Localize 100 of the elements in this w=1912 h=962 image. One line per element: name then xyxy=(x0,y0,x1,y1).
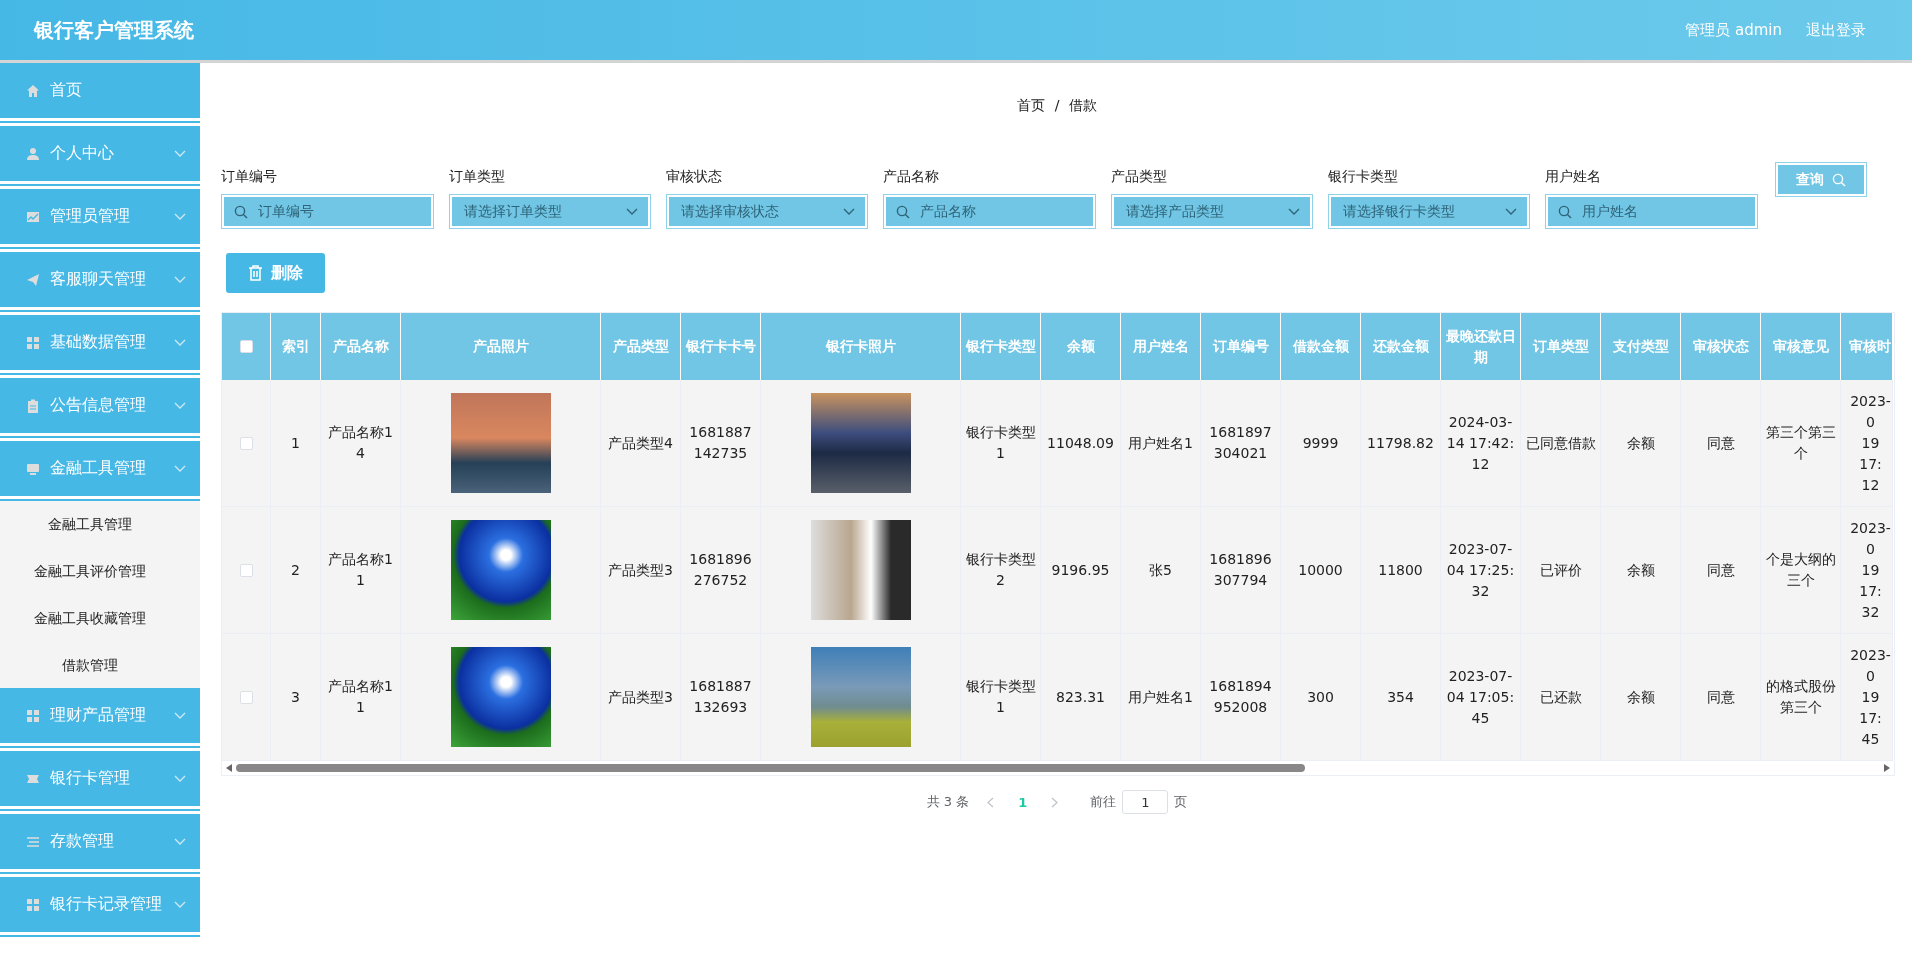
sidebar-item[interactable]: 首页 xyxy=(0,63,200,118)
trash-icon xyxy=(248,265,263,281)
chevron-down-icon xyxy=(174,774,186,783)
table-cell: 同意 xyxy=(1681,380,1761,507)
breadcrumb-item[interactable]: 首页 xyxy=(1016,97,1045,113)
field-label: 银行卡类型 xyxy=(1328,168,1399,184)
column-header: 产品名称 xyxy=(321,313,401,380)
table-cell: 已还款 xyxy=(1521,634,1601,761)
chevron-down-icon xyxy=(843,207,855,216)
table-cell: 张5 xyxy=(1121,507,1201,634)
table-cell: 已评价 xyxy=(1521,507,1601,634)
table-cell: 300 xyxy=(1281,634,1361,761)
table-cell: 第三个第三个 xyxy=(1761,380,1841,507)
search-field[interactable]: 用户姓名 xyxy=(1545,194,1758,229)
field-label: 产品名称 xyxy=(883,168,940,184)
column-header: 索引 xyxy=(271,313,321,380)
table-cell: 银行卡类型1 xyxy=(961,634,1041,761)
chevron-down-icon xyxy=(174,464,186,473)
table-cell: 11800 xyxy=(1361,507,1441,634)
sidebar-item[interactable]: 金融工具管理 xyxy=(0,441,200,496)
field-label: 订单类型 xyxy=(449,168,506,184)
submenu-item[interactable]: 金融工具收藏管理 xyxy=(0,595,180,642)
user-icon xyxy=(26,146,40,161)
select-field[interactable]: 请选择银行卡类型 xyxy=(1328,194,1530,229)
chart-icon xyxy=(26,209,40,224)
table-cell: 2023-0 19 17: 45 xyxy=(1841,634,1893,761)
chevron-down-icon xyxy=(174,212,186,221)
sidebar-item[interactable]: 基础数据管理 xyxy=(0,315,200,370)
select-field[interactable]: 请选择产品类型 xyxy=(1111,194,1313,229)
column-header: 订单类型 xyxy=(1521,313,1601,380)
table-cell: 2 xyxy=(271,507,321,634)
sidebar-item[interactable]: 银行卡管理 xyxy=(0,751,200,806)
chevron-left-icon xyxy=(987,796,995,808)
page-number[interactable]: 1 xyxy=(1012,794,1034,810)
row-checkbox[interactable] xyxy=(239,563,253,577)
page-input[interactable]: 1 xyxy=(1122,790,1169,814)
search-field[interactable]: 产品名称 xyxy=(883,194,1096,229)
chevron-down-icon xyxy=(174,401,186,410)
column-header: 借款金额 xyxy=(1281,313,1361,380)
table-cell: 同意 xyxy=(1681,634,1761,761)
table-cell: 产品类型4 xyxy=(601,380,681,507)
field-label: 审核状态 xyxy=(666,168,723,184)
search-icon xyxy=(234,204,248,219)
table-cell: 2024-03-14 17:42:12 xyxy=(1441,380,1521,507)
sidebar-item[interactable]: 公告信息管理 xyxy=(0,378,200,433)
table-cell: 的格式股份第三个 xyxy=(1761,634,1841,761)
logout-link[interactable]: 退出登录 xyxy=(1806,20,1866,40)
chevron-down-icon xyxy=(1288,207,1300,216)
row-checkbox[interactable] xyxy=(239,436,253,450)
table-cell: 2023-07-04 17:05:45 xyxy=(1441,634,1521,761)
table-cell: 产品名称11 xyxy=(321,634,401,761)
select-all-checkbox[interactable] xyxy=(239,340,253,353)
sidebar-item[interactable]: 银行卡记录管理 xyxy=(0,877,200,932)
submenu-item[interactable]: 金融工具评价管理 xyxy=(0,548,180,595)
select-field[interactable]: 请选择审核状态 xyxy=(666,194,868,229)
column-header: 银行卡类型 xyxy=(961,313,1041,380)
admin-label: 管理员 admin xyxy=(1685,20,1782,40)
query-button[interactable]: 查询 xyxy=(1775,162,1867,197)
table-cell: 1681887132693 xyxy=(681,634,761,761)
table-cell: 823.31 xyxy=(1041,634,1121,761)
field-label: 产品类型 xyxy=(1111,168,1168,184)
submenu-item[interactable]: 金融工具管理 xyxy=(0,501,180,548)
row-checkbox[interactable] xyxy=(239,690,253,704)
table-cell: 余额 xyxy=(1601,634,1681,761)
column-header: 审核意见 xyxy=(1761,313,1841,380)
goto-label: 前往 xyxy=(1090,793,1117,811)
search-icon xyxy=(1832,172,1846,187)
field-label: 用户姓名 xyxy=(1545,168,1602,184)
sidebar-item[interactable]: 管理员管理 xyxy=(0,189,200,244)
delete-button[interactable]: 删除 xyxy=(226,253,325,293)
table-cell: 余额 xyxy=(1601,507,1681,634)
list-icon xyxy=(26,834,40,849)
chevron-down-icon xyxy=(174,275,186,284)
home-icon xyxy=(26,83,40,98)
table-cell: 1681896307794 xyxy=(1201,507,1281,634)
table-cell: 银行卡类型1 xyxy=(961,380,1041,507)
table-cell: 同意 xyxy=(1681,507,1761,634)
paper-plane-icon xyxy=(26,272,40,287)
column-header: 还款金额 xyxy=(1361,313,1441,380)
sidebar-item[interactable]: 个人中心 xyxy=(0,126,200,181)
table-cell: 11048.09 xyxy=(1041,380,1121,507)
sidebar-item[interactable]: 存款管理 xyxy=(0,814,200,869)
search-icon xyxy=(896,204,910,219)
chevron-down-icon xyxy=(174,711,186,720)
select-field[interactable]: 请选择订单类型 xyxy=(449,194,651,229)
chevron-down-icon xyxy=(1505,207,1517,216)
chevron-down-icon xyxy=(174,338,186,347)
grid-icon xyxy=(26,335,40,350)
sidebar-item[interactable]: 客服聊天管理 xyxy=(0,252,200,307)
sidebar-item[interactable]: 理财产品管理 xyxy=(0,688,200,743)
column-header: 用户姓名 xyxy=(1121,313,1201,380)
table-cell: 10000 xyxy=(1281,507,1361,634)
app-title: 银行客户管理系统 xyxy=(34,16,194,44)
search-field[interactable]: 订单编号 xyxy=(221,194,434,229)
column-header: 订单编号 xyxy=(1201,313,1281,380)
table-cell: 用户姓名1 xyxy=(1121,380,1201,507)
column-header: 审核时 xyxy=(1841,313,1893,380)
submenu-item[interactable]: 借款管理 xyxy=(0,642,180,689)
column-header: 银行卡卡号 xyxy=(681,313,761,380)
table-cell: 9196.95 xyxy=(1041,507,1121,634)
